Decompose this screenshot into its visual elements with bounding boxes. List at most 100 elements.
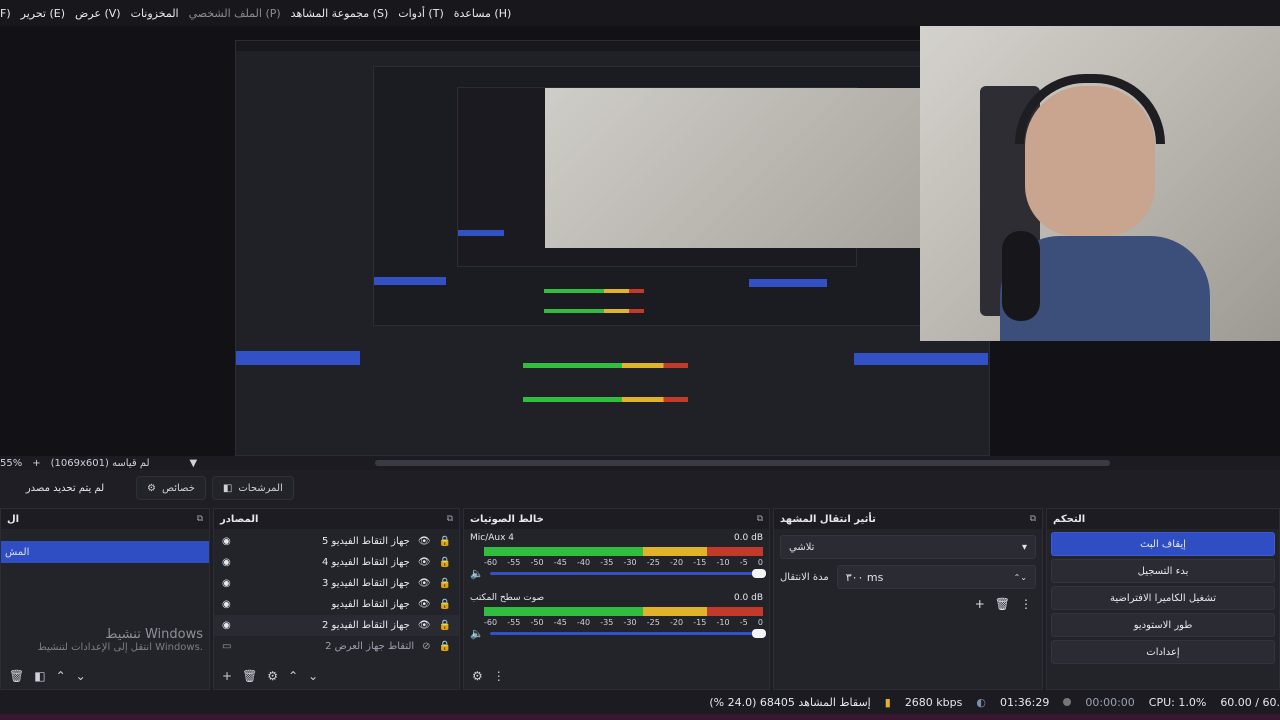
lock-icon[interactable]: 🔒 — [439, 641, 451, 652]
controls-dock: التحكم إيقاف البث بدء التسجيل تشغيل الكا… — [1046, 508, 1280, 690]
trash-icon[interactable]: 🗑 — [9, 669, 24, 683]
menu-docks[interactable]: المخزونات — [131, 7, 179, 20]
scrollbar-thumb[interactable] — [375, 460, 1110, 466]
menu-tools[interactable]: (T) أدوات — [398, 7, 444, 20]
start-virtual-camera-button[interactable]: تشغيل الكاميرا الافتراضية — [1051, 586, 1275, 610]
cpu-usage: CPU: 1.0% — [1148, 695, 1207, 709]
tick-label: -15 — [693, 558, 707, 567]
menu-help[interactable]: (H) مساعدة — [454, 7, 512, 20]
lock-icon[interactable]: 🔒 — [439, 578, 451, 589]
chevron-down-icon[interactable]: ⌄ — [76, 669, 86, 683]
tick-label: -35 — [600, 558, 614, 567]
volume-slider[interactable]: 🔈 — [470, 567, 766, 580]
plus-icon[interactable]: + — [222, 669, 232, 683]
stop-streaming-button[interactable]: إيقاف البث — [1051, 532, 1275, 556]
start-recording-button[interactable]: بدء التسجيل — [1051, 559, 1275, 583]
filter-icon[interactable]: ◧ — [34, 669, 45, 683]
source-row[interactable]: ◉ جهاز التقاط الفيديو 👁 🔒 — [214, 594, 459, 615]
volume-track[interactable] — [489, 628, 766, 638]
tick-label: -60 — [484, 558, 498, 567]
filters-label: المرشحات — [238, 482, 283, 494]
volume-knob[interactable] — [752, 628, 766, 638]
menu-profile[interactable]: (P) الملف الشخصي — [189, 7, 281, 20]
plus-icon[interactable]: + — [975, 597, 985, 611]
tick-label: -30 — [623, 558, 637, 567]
source-row[interactable]: ◉ جهاز التقاط الفيديو 4 👁 🔒 — [214, 552, 459, 573]
nested-camera-feed — [545, 88, 925, 248]
source-row[interactable]: ◉ جهاز التقاط الفيديو 5 👁 🔒 — [214, 531, 459, 552]
tick-label: -55 — [507, 618, 521, 627]
preview-canvas[interactable] — [0, 26, 1280, 456]
eye-off-icon[interactable]: ⊘ — [422, 641, 430, 652]
stream-icon: ◐ — [976, 695, 986, 709]
speaker-icon[interactable]: 🔈 — [470, 627, 484, 640]
tick-label: -30 — [623, 618, 637, 627]
source-row[interactable]: ▭ التقاط جهاز العرض 2 ⊘ 🔒 — [214, 636, 459, 657]
filters-button[interactable]: ◧ المرشحات — [211, 476, 294, 500]
trash-icon[interactable]: 🗑 — [242, 669, 257, 683]
volume-knob[interactable] — [752, 568, 766, 578]
more-icon[interactable]: ⋮ — [1020, 597, 1032, 611]
zoom-size: (1069x601) لم قياسه — [50, 457, 150, 469]
menu-file[interactable]: (F — [0, 7, 11, 20]
volume-track[interactable] — [489, 568, 766, 578]
tick-label: -50 — [530, 558, 544, 567]
lock-icon[interactable]: 🔒 — [439, 620, 451, 631]
tick-label: -25 — [646, 618, 660, 627]
source-row[interactable]: ◉ جهاز التقاط الفيديو 3 👁 🔒 — [214, 573, 459, 594]
studio-mode-button[interactable]: طور الاستوديو — [1051, 613, 1275, 637]
nested-menubar — [236, 41, 989, 51]
source-label: جهاز التقاط الفيديو 3 — [321, 578, 410, 589]
transition-select[interactable]: تلاشي ▾ — [780, 535, 1036, 559]
popout-icon[interactable]: ⧉ — [757, 514, 763, 524]
lock-icon[interactable]: 🔒 — [439, 557, 451, 568]
lock-icon[interactable]: 🔒 — [439, 599, 451, 610]
eye-icon[interactable]: 👁 — [418, 620, 431, 631]
popout-icon[interactable]: ⧉ — [197, 514, 203, 524]
eye-icon[interactable]: 👁 — [418, 599, 431, 610]
menu-view[interactable]: (V) عرض — [75, 7, 121, 20]
plus-icon[interactable]: + — [32, 458, 40, 469]
zoom-bar: 55% + (1069x601) لم قياسه ▼ — [0, 456, 197, 470]
speaker-icon[interactable]: 🔈 — [470, 567, 484, 580]
more-icon[interactable]: ⋮ — [493, 669, 505, 683]
microphone-icon — [1002, 231, 1040, 321]
tick-label: -55 — [507, 558, 521, 567]
gear-icon[interactable]: ⚙ — [472, 669, 483, 683]
menu-bar: (H) مساعدة (T) أدوات (S) مجموعة المشاهد … — [0, 0, 1280, 26]
tick-label: -10 — [716, 558, 730, 567]
camera-icon: ◉ — [222, 620, 231, 631]
duration-value: ٣٠٠ ms — [845, 570, 884, 584]
settings-button[interactable]: إعدادات — [1051, 640, 1275, 664]
chevron-down-icon[interactable]: ▼ — [190, 458, 198, 469]
eye-icon[interactable]: 👁 — [418, 578, 431, 589]
transitions-dock: تأثير انتقال المشهد ⧉ تلاشي ▾ مدة الانتقا… — [773, 508, 1043, 690]
scenes-header: ال ⧉ — [1, 509, 209, 529]
scene-item-selected[interactable]: المش — [1, 541, 209, 563]
trash-icon[interactable]: 🗑 — [995, 597, 1010, 611]
channel-db: 0.0 dB — [733, 593, 763, 603]
chevron-up-icon[interactable]: ⌃ — [56, 669, 66, 683]
channel-name: Mic/Aux 4 — [470, 533, 515, 543]
lock-icon[interactable]: 🔒 — [439, 536, 451, 547]
record-icon — [1063, 698, 1072, 706]
camera-icon: ◉ — [222, 536, 231, 547]
chevron-up-icon[interactable]: ⌃ — [288, 669, 298, 683]
headset-icon — [1015, 74, 1165, 144]
chevron-down-icon[interactable]: ⌄ — [308, 669, 318, 683]
properties-button[interactable]: ⚙ خصائص — [136, 476, 206, 500]
menu-edit[interactable]: (E) تحرير — [21, 7, 65, 20]
eye-icon[interactable]: 👁 — [418, 536, 431, 547]
popout-icon[interactable]: ⧉ — [447, 514, 453, 524]
tick-label: -50 — [530, 618, 544, 627]
volume-slider[interactable]: 🔈 — [470, 627, 766, 640]
gear-icon[interactable]: ⚙ — [267, 669, 278, 683]
menu-scene-collection[interactable]: (S) مجموعة المشاهد — [291, 7, 389, 20]
eye-icon[interactable]: 👁 — [418, 557, 431, 568]
source-row-selected[interactable]: ◉ جهاز التقاط الفيديو 2 👁 🔒 — [214, 615, 459, 636]
duration-spinbox[interactable]: ٣٠٠ ms ⌃⌄ — [836, 565, 1036, 589]
monitor-icon: ▭ — [222, 641, 232, 652]
tick-label: -40 — [577, 618, 591, 627]
spinner-icon[interactable]: ⌃⌄ — [1014, 573, 1027, 582]
popout-icon[interactable]: ⧉ — [1030, 514, 1036, 524]
